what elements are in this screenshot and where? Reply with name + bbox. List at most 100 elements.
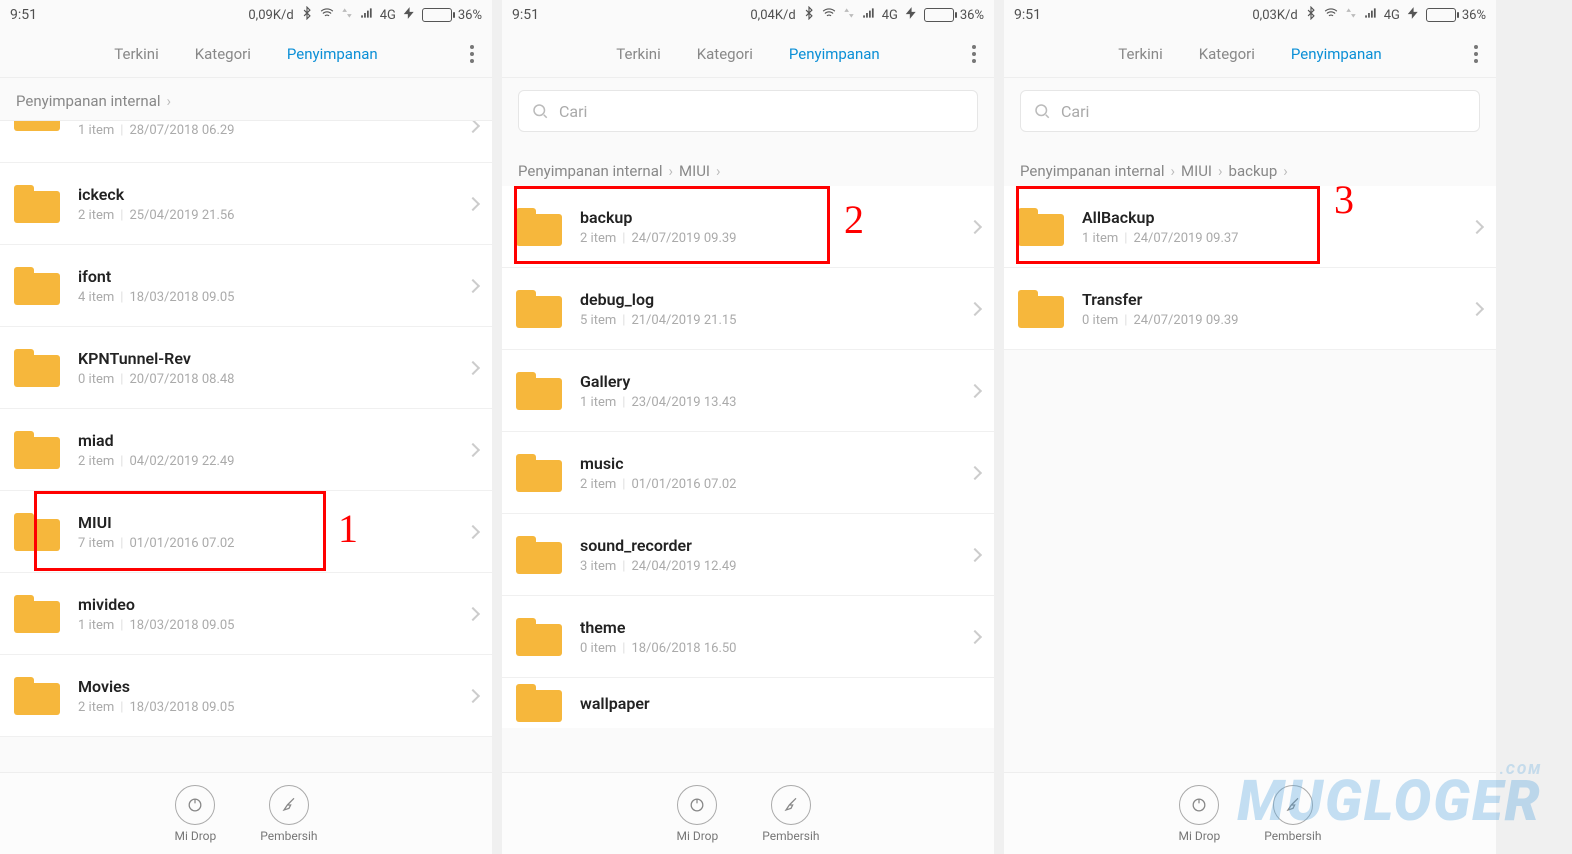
breadcrumb[interactable]: Penyimpanan internal › [0, 78, 492, 121]
status-bar: 9:51 0,09K/d 4G 36% [0, 0, 492, 30]
folder-row[interactable]: sound_recorder3 item|24/04/2019 12.49 [502, 514, 994, 596]
folder-row[interactable]: Movies2 item|18/03/2018 09.05 [0, 655, 492, 737]
folder-date: 01/01/2016 07.02 [631, 477, 736, 492]
folder-date: 24/04/2019 12.49 [631, 559, 736, 574]
folder-row[interactable]: music2 item|01/01/2016 07.02 [502, 432, 994, 514]
midrop-button[interactable]: Mi Drop [174, 785, 216, 843]
folder-items: 1 item [78, 123, 114, 138]
chevron-right-icon: › [1171, 162, 1176, 180]
bottom-nav: Mi Drop Pembersih [502, 772, 994, 854]
brush-icon [269, 785, 309, 825]
folder-row[interactable]: mivideo1 item|18/03/2018 09.05 [0, 573, 492, 655]
folder-list[interactable]: 1 item|28/07/2018 06.29 ickeck2 item|25/… [0, 121, 492, 772]
breadcrumb[interactable]: Penyimpanan internal › MIUI › [502, 144, 994, 186]
tabs: Terkini Kategori Penyimpanan [1004, 30, 1496, 78]
chevron-right-icon [968, 219, 982, 233]
folder-items: 0 item [1082, 313, 1118, 328]
tab-storage[interactable]: Penyimpanan [287, 45, 378, 63]
search-input[interactable]: Cari [1020, 90, 1480, 132]
status-bar: 9:51 0,03K/d 4G 36% [1004, 0, 1496, 30]
tab-recent[interactable]: Terkini [616, 45, 660, 63]
more-menu-icon[interactable] [1456, 45, 1496, 63]
folder-name: sound_recorder [580, 536, 970, 555]
data-rate: 0,04K/d [750, 8, 795, 23]
folder-icon [516, 208, 562, 246]
folder-icon [516, 290, 562, 328]
folder-icon [14, 349, 60, 387]
midrop-label: Mi Drop [676, 829, 718, 843]
breadcrumb[interactable]: Penyimpanan internal › MIUI › backup › [1004, 144, 1496, 186]
chevron-right-icon [466, 606, 480, 620]
battery-icon [924, 8, 954, 22]
folder-row[interactable]: ickeck2 item|25/04/2019 21.56 [0, 163, 492, 245]
folder-list[interactable]: AllBackup1 item|24/07/2019 09.37Transfer… [1004, 186, 1496, 772]
tab-storage[interactable]: Penyimpanan [789, 45, 880, 63]
tabs: Terkini Kategori Penyimpanan [0, 30, 492, 78]
folder-row[interactable]: Gallery1 item|23/04/2019 13.43 [502, 350, 994, 432]
signal-icon [862, 6, 876, 24]
status-right: 0,03K/d 4G 36% [1252, 6, 1486, 24]
folder-items: 4 item [78, 290, 114, 305]
breadcrumb-segment[interactable]: MIUI [679, 162, 710, 180]
folder-date: 28/07/2018 06.29 [129, 123, 234, 138]
chevron-right-icon [466, 688, 480, 702]
status-right: 0,09K/d 4G 36% [248, 6, 482, 24]
tabs: Terkini Kategori Penyimpanan [502, 30, 994, 78]
tab-recent[interactable]: Terkini [1118, 45, 1162, 63]
search-icon [531, 102, 549, 120]
folder-icon [516, 454, 562, 492]
more-menu-icon[interactable] [452, 45, 492, 63]
cleaner-label: Pembersih [260, 829, 317, 843]
chevron-right-icon [466, 196, 480, 210]
phone-screenshot-3: 9:51 0,03K/d 4G 36% Terkini Kategori Pen… [1004, 0, 1496, 854]
midrop-label: Mi Drop [174, 829, 216, 843]
folder-name: AllBackup [1082, 208, 1472, 227]
folder-icon [1018, 208, 1064, 246]
tab-category[interactable]: Kategori [697, 45, 753, 63]
brush-icon [771, 785, 811, 825]
more-menu-icon[interactable] [954, 45, 994, 63]
battery-percent: 36% [458, 8, 482, 23]
cleaner-button[interactable]: Pembersih [260, 785, 317, 843]
midrop-icon [677, 785, 717, 825]
folder-items: 2 item [78, 700, 114, 715]
search-placeholder: Cari [1061, 102, 1089, 121]
tab-recent[interactable]: Terkini [114, 45, 158, 63]
folder-row[interactable]: Transfer0 item|24/07/2019 09.39 [1004, 268, 1496, 350]
folder-row[interactable]: miad2 item|04/02/2019 22.49 [0, 409, 492, 491]
folder-row[interactable]: MIUI7 item|01/01/2016 07.02 [0, 491, 492, 573]
folder-items: 2 item [78, 208, 114, 223]
breadcrumb-segment[interactable]: Penyimpanan internal [1020, 162, 1165, 180]
breadcrumb-segment[interactable]: MIUI [1181, 162, 1212, 180]
chevron-right-icon [968, 629, 982, 643]
chevron-right-icon: › [716, 162, 721, 180]
folder-name: wallpaper [580, 694, 980, 713]
folder-name: ifont [78, 267, 468, 286]
folder-row-partial[interactable]: 1 item|28/07/2018 06.29 [0, 121, 492, 163]
midrop-button[interactable]: Mi Drop [676, 785, 718, 843]
folder-name: ickeck [78, 185, 468, 204]
folder-items: 1 item [580, 395, 616, 410]
folder-row-partial[interactable]: wallpaper [502, 678, 994, 728]
breadcrumb-segment[interactable]: backup [1229, 162, 1278, 180]
cleaner-button[interactable]: Pembersih [762, 785, 819, 843]
folder-row[interactable]: debug_log5 item|21/04/2019 21.15 [502, 268, 994, 350]
folder-row[interactable]: ifont4 item|18/03/2018 09.05 [0, 245, 492, 327]
tab-category[interactable]: Kategori [1199, 45, 1255, 63]
folder-date: 24/07/2019 09.39 [1133, 313, 1238, 328]
folder-row[interactable]: KPNTunnel-Rev0 item|20/07/2018 08.48 [0, 327, 492, 409]
cleaner-button[interactable]: Pembersih [1264, 785, 1321, 843]
midrop-button[interactable]: Mi Drop [1178, 785, 1220, 843]
folder-row[interactable]: theme0 item|18/06/2018 16.50 [502, 596, 994, 678]
breadcrumb-segment[interactable]: Penyimpanan internal [518, 162, 663, 180]
tab-storage[interactable]: Penyimpanan [1291, 45, 1382, 63]
chevron-right-icon: › [1218, 162, 1223, 180]
folder-row[interactable]: AllBackup1 item|24/07/2019 09.37 [1004, 186, 1496, 268]
bluetooth-icon [802, 6, 816, 24]
folder-row[interactable]: backup2 item|24/07/2019 09.39 [502, 186, 994, 268]
cleaner-label: Pembersih [762, 829, 819, 843]
search-input[interactable]: Cari [518, 90, 978, 132]
bluetooth-icon [300, 6, 314, 24]
folder-list[interactable]: backup2 item|24/07/2019 09.39debug_log5 … [502, 186, 994, 772]
tab-category[interactable]: Kategori [195, 45, 251, 63]
